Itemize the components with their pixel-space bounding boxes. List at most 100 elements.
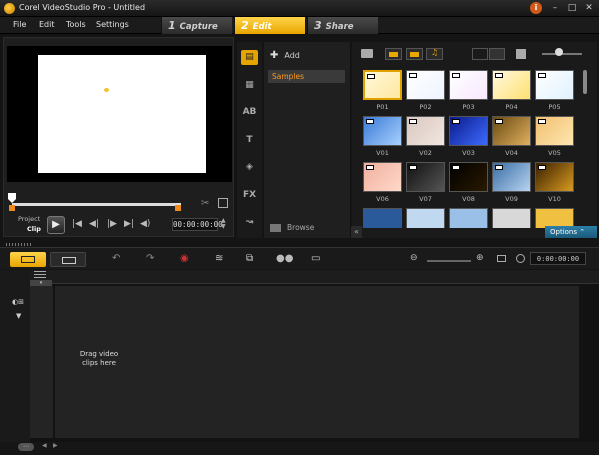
enlarge-icon[interactable] [218, 198, 228, 208]
timecode-spin-icon[interactable]: ▲ ▼ [221, 218, 226, 230]
step-label: Edit [252, 22, 272, 32]
subtitle-editor-icon[interactable]: ▭ [311, 253, 320, 264]
menu-settings[interactable]: Settings [96, 20, 129, 29]
add-folder-button[interactable]: ✚ Add [270, 50, 300, 61]
library-thumbnail-partial[interactable] [406, 208, 445, 228]
options-button[interactable]: Options ⌃ [545, 226, 597, 238]
step-share-tab[interactable]: 3 Share [307, 17, 378, 34]
video-filter-icon [389, 52, 398, 57]
clip-mode-label[interactable]: Clip [27, 225, 41, 233]
menu-edit[interactable]: Edit [39, 20, 55, 29]
track-manager-icon[interactable]: ⋯ [18, 443, 34, 451]
library-thumbnail[interactable] [492, 70, 531, 100]
timeline-panel: ◐⊞ ▼ ▾ Drag video clips here [0, 270, 599, 442]
help-icon[interactable]: i [530, 2, 542, 14]
scissors-icon[interactable]: ✂ [201, 198, 209, 209]
trim-end-marker[interactable] [175, 205, 181, 211]
instant-project-icon[interactable]: ▦ [241, 78, 258, 93]
library-thumbnail-partial[interactable] [363, 208, 402, 228]
media-type-badge-icon [495, 165, 503, 170]
media-icon[interactable]: ▤ [241, 50, 258, 65]
library-thumbnail[interactable] [363, 116, 402, 146]
library-thumbnail[interactable] [492, 162, 531, 192]
collapse-library-icon[interactable]: « [351, 226, 362, 238]
scrubber-handle[interactable] [8, 193, 16, 203]
thumbnail-size-knob[interactable] [555, 48, 563, 56]
media-type-badge-icon [495, 73, 503, 78]
list-view-icon[interactable] [472, 48, 488, 60]
library-thumbnail[interactable] [406, 162, 445, 192]
sort-icon[interactable] [516, 49, 526, 59]
track-visibility-icon[interactable]: ◐⊞ [12, 298, 24, 306]
project-mode-label[interactable]: Project [18, 215, 40, 223]
menu-tools[interactable]: Tools [66, 20, 86, 29]
show-audio-button[interactable]: ♫ [426, 48, 443, 60]
zoom-in-icon[interactable]: ⊕ [476, 253, 484, 263]
folder-item-samples[interactable]: Samples [268, 70, 345, 83]
library-thumbnail[interactable] [363, 70, 402, 100]
timeline-grip[interactable] [6, 243, 32, 246]
next-frame-icon[interactable]: |▶ [107, 219, 117, 229]
library-thumbnail[interactable] [363, 162, 402, 192]
undo-icon[interactable]: ↶ [112, 253, 120, 264]
fit-to-window-icon[interactable] [497, 255, 506, 262]
scroll-left-icon[interactable]: ◀ [42, 442, 47, 449]
library-thumbnail[interactable] [406, 116, 445, 146]
scrollbar-thumb[interactable] [583, 70, 587, 94]
library-thumbnail[interactable] [406, 70, 445, 100]
library-thumbnail[interactable] [449, 70, 488, 100]
title-icon[interactable]: T [241, 133, 258, 148]
library-thumbnail[interactable] [449, 116, 488, 146]
graphic-icon[interactable]: ◈ [241, 160, 258, 175]
library-thumbnail-partial[interactable] [449, 208, 488, 228]
redo-icon[interactable]: ↷ [146, 253, 154, 264]
scrub-bar[interactable] [12, 203, 181, 206]
volume-icon[interactable]: ◀) [140, 219, 150, 229]
motion-tracking-icon[interactable]: ●● [276, 253, 293, 264]
thumbnail-view-icon[interactable] [489, 48, 505, 60]
storyboard-drop-area[interactable]: Drag video clips here [55, 286, 579, 438]
filter-icon[interactable]: FX [241, 188, 258, 203]
show-photos-button[interactable] [406, 48, 423, 60]
player-timecode[interactable]: 00:00:00:00 [172, 218, 223, 231]
library-thumbnail-partial[interactable] [492, 208, 531, 228]
minimize-icon[interactable]: – [549, 2, 561, 14]
trim-start-marker[interactable] [9, 205, 15, 211]
browse-button[interactable]: Browse [270, 223, 314, 232]
preview-content-mark [104, 88, 109, 92]
expand-track-icon[interactable]: ▼ [16, 312, 21, 320]
previous-frame-icon[interactable]: ◀| [89, 219, 99, 229]
add-label: Add [284, 51, 300, 60]
timeline-view-button[interactable] [50, 252, 86, 267]
menu-file[interactable]: File [13, 20, 26, 29]
step-edit-tab[interactable]: 2 Edit [234, 17, 305, 34]
folder-icon[interactable] [361, 49, 373, 58]
scroll-right-icon[interactable]: ▶ [53, 442, 58, 449]
step-label: Capture [179, 22, 218, 32]
timeline-ruler[interactable]: ▾ [30, 270, 599, 286]
library-thumbnail[interactable] [492, 116, 531, 146]
sound-mixer-icon[interactable]: ⧉ [246, 253, 253, 264]
media-type-badge-icon [538, 165, 546, 170]
timeline-zoom-slider[interactable] [427, 260, 471, 262]
record-capture-icon[interactable]: ◉ [180, 253, 189, 264]
show-videos-button[interactable] [385, 48, 402, 60]
storyboard-view-button[interactable] [10, 252, 46, 267]
library-thumbnail[interactable] [449, 162, 488, 192]
auto-music-icon[interactable]: ≋ [215, 253, 223, 264]
zoom-out-icon[interactable]: ⊖ [410, 253, 418, 263]
library-thumbnail-partial[interactable] [535, 208, 574, 228]
path-icon[interactable]: ↝ [241, 215, 258, 230]
step-capture-tab[interactable]: 1 Capture [161, 17, 232, 34]
end-icon[interactable]: ▶| [124, 219, 134, 229]
maximize-icon[interactable]: □ [566, 2, 578, 14]
library-thumbnail[interactable] [535, 70, 574, 100]
transition-icon[interactable]: AB [241, 105, 258, 120]
library-scrollbar[interactable] [582, 68, 588, 228]
library-thumbnail[interactable] [535, 162, 574, 192]
music-note-icon: ♫ [431, 48, 439, 57]
play-button[interactable]: ▶ [47, 216, 65, 234]
home-icon[interactable]: |◀ [72, 219, 82, 229]
close-icon[interactable]: ✕ [583, 2, 595, 14]
library-thumbnail[interactable] [535, 116, 574, 146]
